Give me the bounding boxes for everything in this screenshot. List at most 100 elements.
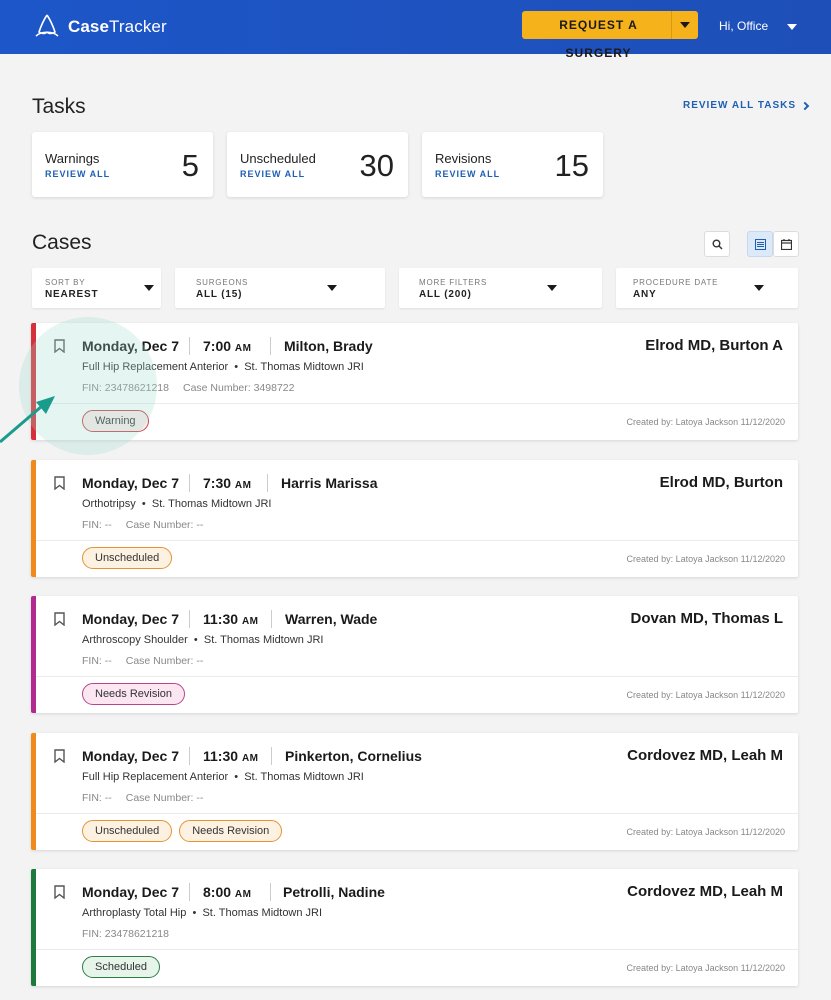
surgeon-name: Cordovez MD, Leah M <box>627 747 783 764</box>
divider <box>36 540 798 541</box>
task-card-unscheduled[interactable]: Unscheduled REVIEW ALL 30 <box>227 132 408 197</box>
separator <box>271 747 272 765</box>
separator <box>189 883 190 901</box>
separator <box>270 337 271 355</box>
filter-value: ALL (15) <box>196 289 243 300</box>
task-count: 30 <box>359 148 394 183</box>
separator <box>189 474 190 492</box>
calendar-view-button[interactable] <box>773 231 799 257</box>
review-all-link[interactable]: REVIEW ALL <box>240 169 305 179</box>
top-bar: CaseTracker REQUEST A SURGERY Hi, Office <box>0 0 831 60</box>
location-name: St. Thomas Midtown JRI <box>244 771 364 783</box>
chevron-down-icon <box>144 285 154 291</box>
review-all-link[interactable]: REVIEW ALL <box>435 169 500 179</box>
request-surgery-button[interactable]: REQUEST A SURGERY <box>522 11 698 60</box>
separator <box>189 610 190 628</box>
separator <box>271 610 272 628</box>
procedure-name: Orthotripsy <box>82 498 136 510</box>
chevron-down-icon <box>754 285 764 291</box>
bookmark-icon[interactable] <box>54 749 65 763</box>
filter-label: MORE FILTERS <box>419 278 488 287</box>
case-identifiers: FIN: 23478621218 <box>82 928 183 940</box>
procedure-date-dropdown[interactable]: PROCEDURE DATE ANY <box>616 268 798 308</box>
filter-value: ALL (200) <box>419 289 472 300</box>
created-by: Created by: Latoya Jackson 11/12/2020 <box>626 827 785 837</box>
casetracker-logo[interactable]: CaseTracker <box>32 12 167 42</box>
divider <box>36 676 798 677</box>
case-identifiers: FIN: -- Case Number: -- <box>82 792 203 804</box>
fin-number: FIN: -- <box>82 519 112 531</box>
task-label: Revisions <box>435 151 492 166</box>
task-card-revisions[interactable]: Revisions REVIEW ALL 15 <box>422 132 603 197</box>
more-filters-dropdown[interactable]: MORE FILTERS ALL (200) <box>399 268 602 308</box>
task-label: Warnings <box>45 151 100 166</box>
status-badge: Unscheduled <box>82 547 173 569</box>
surgeon-name: Elrod MD, Burton <box>659 474 783 491</box>
bookmark-icon[interactable] <box>54 885 65 899</box>
request-surgery-dropdown[interactable] <box>672 22 698 28</box>
status-badge: Unscheduled <box>82 820 173 842</box>
procedure-line: Orthotripsy • St. Thomas Midtown JRI <box>82 498 272 510</box>
case-card[interactable]: Monday, Dec 7 8:00 AM Petrolli, Nadine C… <box>31 869 798 986</box>
procedure-line: Arthroscopy Shoulder • St. Thomas Midtow… <box>82 634 324 646</box>
surgeons-dropdown[interactable]: SURGEONS ALL (15) <box>175 268 385 308</box>
logo-icon <box>35 14 59 37</box>
procedure-name: Full Hip Replacement Anterior <box>82 771 229 783</box>
status-badge: Scheduled <box>82 956 160 978</box>
chevron-down-icon <box>327 285 337 291</box>
user-greeting[interactable]: Hi, Office <box>719 19 768 33</box>
case-card[interactable]: Monday, Dec 7 7:30 AM Harris Marissa Elr… <box>31 460 798 577</box>
filter-label: SORT BY <box>45 278 86 287</box>
bookmark-icon[interactable] <box>54 476 65 490</box>
procedure-line: Arthroplasty Total Hip • St. Thomas Midt… <box>82 907 323 919</box>
case-number: Case Number: -- <box>125 519 204 531</box>
case-time: 7:30 AM <box>203 475 252 491</box>
location-name: St. Thomas Midtown JRI <box>202 907 323 919</box>
bookmark-icon[interactable] <box>54 612 65 626</box>
patient-name: Harris Marissa <box>281 475 378 491</box>
cases-title: Cases <box>32 231 92 254</box>
badge-group: Unscheduled <box>82 547 173 569</box>
status-stripe <box>31 596 36 713</box>
list-view-button[interactable] <box>747 231 773 257</box>
task-card-warnings[interactable]: Warnings REVIEW ALL 5 <box>32 132 213 197</box>
case-date: Monday, Dec 7 <box>82 884 179 900</box>
separator <box>189 747 190 765</box>
case-date: Monday, Dec 7 <box>82 611 179 627</box>
location-name: St. Thomas Midtown JRI <box>151 498 272 510</box>
separator <box>189 337 190 355</box>
list-view-icon <box>754 238 766 250</box>
fin-number: FIN: -- <box>82 655 112 667</box>
status-stripe <box>31 460 36 577</box>
status-badge: Needs Revision <box>82 683 186 705</box>
divider <box>36 813 798 814</box>
filter-value: ANY <box>633 289 657 300</box>
request-surgery-label[interactable]: REQUEST A SURGERY <box>522 11 672 60</box>
case-card[interactable]: Monday, Dec 7 11:30 AM Pinkerton, Cornel… <box>31 733 798 850</box>
tasks-title: Tasks <box>32 95 86 118</box>
created-by: Created by: Latoya Jackson 11/12/2020 <box>626 554 785 564</box>
badge-group: Unscheduled Needs Revision <box>82 820 283 842</box>
sort-by-dropdown[interactable]: SORT BY NEAREST <box>32 268 161 308</box>
pointer-arrow-icon <box>0 396 55 444</box>
review-all-tasks-label[interactable]: REVIEW ALL TASKS <box>683 100 796 111</box>
case-time: 11:30 AM <box>203 611 259 627</box>
separator <box>267 474 268 492</box>
case-time: 8:00 AM <box>203 884 252 900</box>
surgeon-name: Dovan MD, Thomas L <box>630 610 783 627</box>
task-count: 5 <box>181 148 199 183</box>
review-all-tasks-link[interactable]: REVIEW ALL TASKS <box>683 100 810 111</box>
fin-number: FIN: -- <box>82 792 112 804</box>
review-all-link[interactable]: REVIEW ALL <box>45 169 110 179</box>
chevron-right-icon <box>800 101 810 110</box>
status-stripe <box>31 733 36 850</box>
status-badge: Needs Revision <box>179 820 283 842</box>
patient-name: Warren, Wade <box>285 611 378 627</box>
task-count: 15 <box>554 148 589 183</box>
user-menu-chevron-down-icon[interactable] <box>787 24 797 30</box>
search-button[interactable] <box>704 231 730 257</box>
procedure-name: Arthroplasty Total Hip <box>82 907 187 919</box>
badge-group: Needs Revision <box>82 683 186 705</box>
case-number: Case Number: -- <box>125 655 204 667</box>
case-card[interactable]: Monday, Dec 7 11:30 AM Warren, Wade Dova… <box>31 596 798 713</box>
